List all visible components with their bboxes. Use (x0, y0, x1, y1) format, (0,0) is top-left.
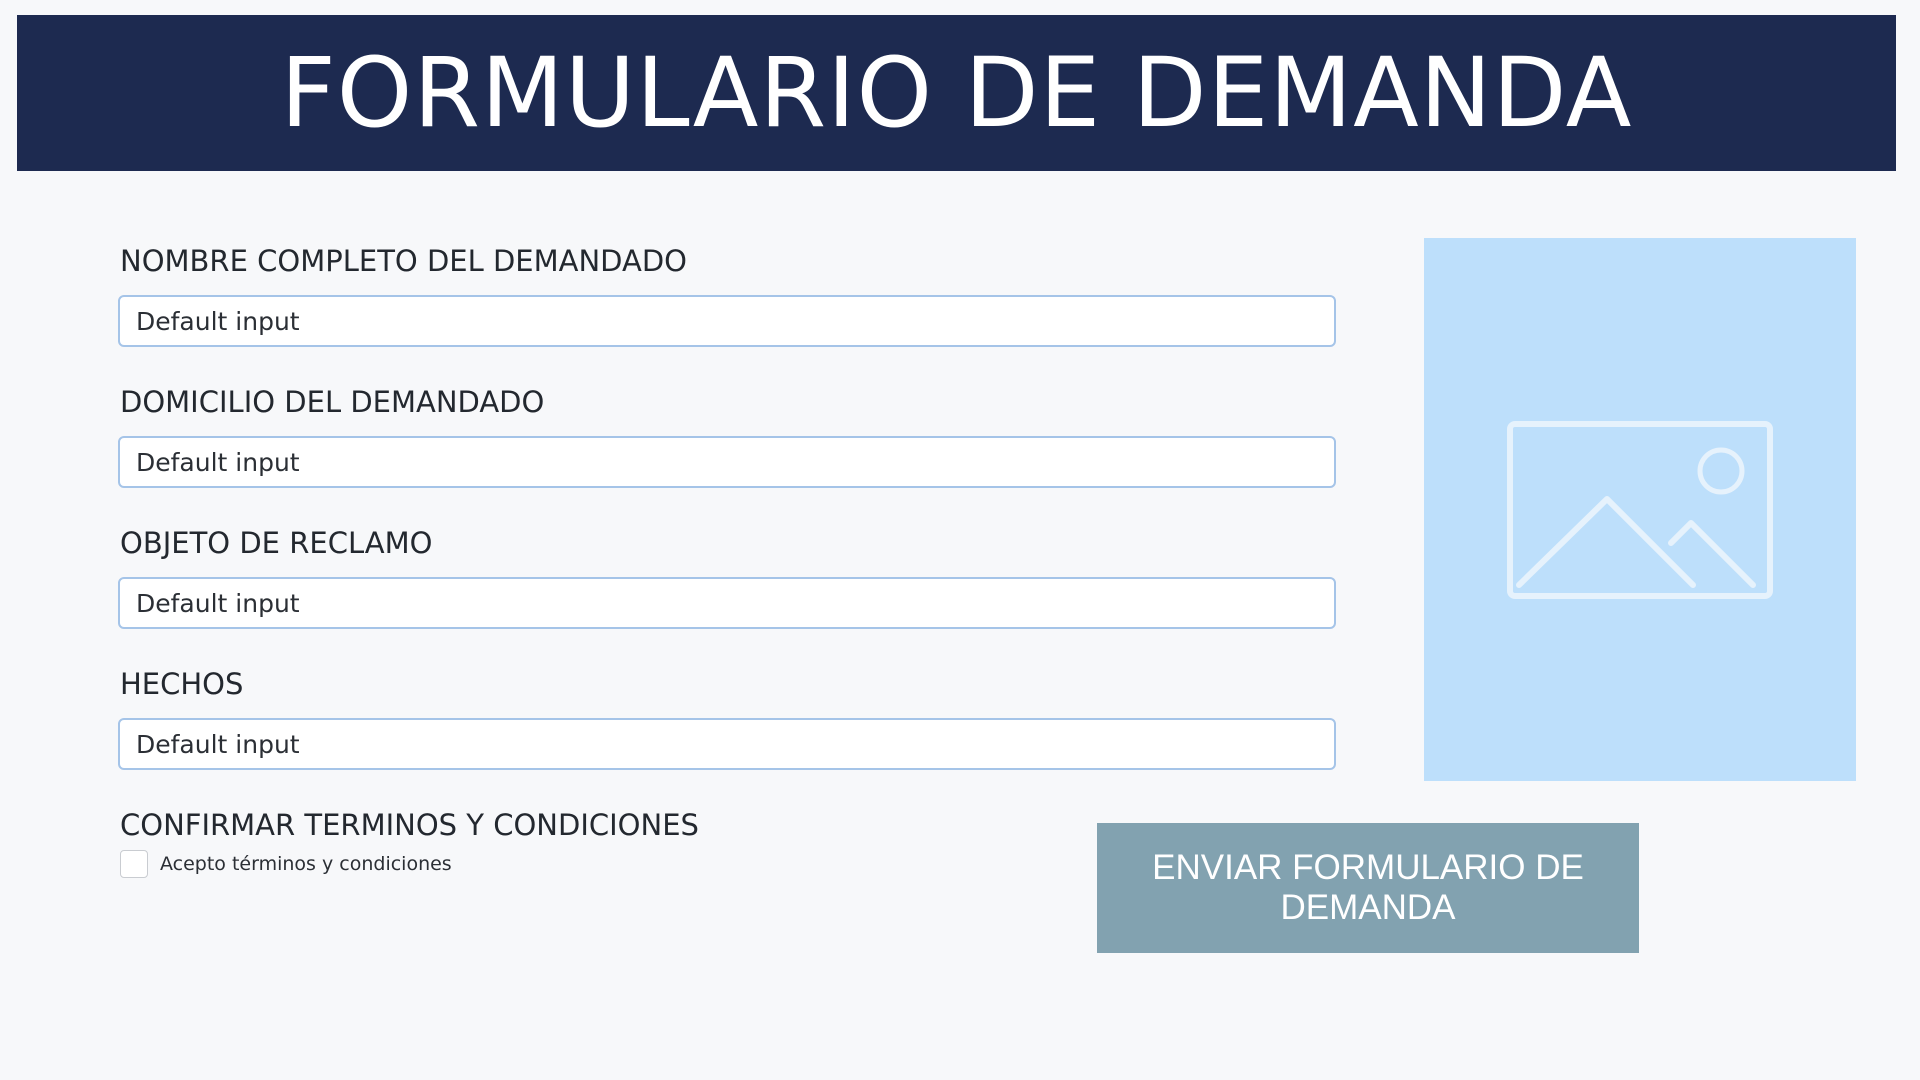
image-placeholder (1424, 238, 1856, 781)
page-header: FORMULARIO DE DEMANDA (17, 15, 1896, 171)
defendant-name-label: NOMBRE COMPLETO DEL DEMANDADO (120, 244, 688, 278)
defendant-address-label: DOMICILIO DEL DEMANDADO (120, 385, 545, 419)
defendant-name-input[interactable] (118, 295, 1336, 347)
facts-label: HECHOS (120, 667, 244, 701)
terms-checkbox-row[interactable]: Acepto términos y condiciones (120, 850, 452, 878)
claim-object-input[interactable] (118, 577, 1336, 629)
terms-checkbox[interactable] (120, 850, 148, 878)
terms-heading: CONFIRMAR TERMINOS Y CONDICIONES (120, 808, 699, 842)
defendant-address-input[interactable] (118, 436, 1336, 488)
claim-object-label: OBJETO DE RECLAMO (120, 526, 433, 560)
facts-input[interactable] (118, 718, 1336, 770)
page-title: FORMULARIO DE DEMANDA (280, 37, 1633, 149)
terms-checkbox-label: Acepto términos y condiciones (160, 853, 452, 875)
image-icon (1507, 420, 1773, 599)
demand-form-page: FORMULARIO DE DEMANDA NOMBRE COMPLETO DE… (0, 0, 1920, 1080)
submit-demand-button[interactable]: ENVIAR FORMULARIO DE DEMANDA (1097, 823, 1639, 953)
